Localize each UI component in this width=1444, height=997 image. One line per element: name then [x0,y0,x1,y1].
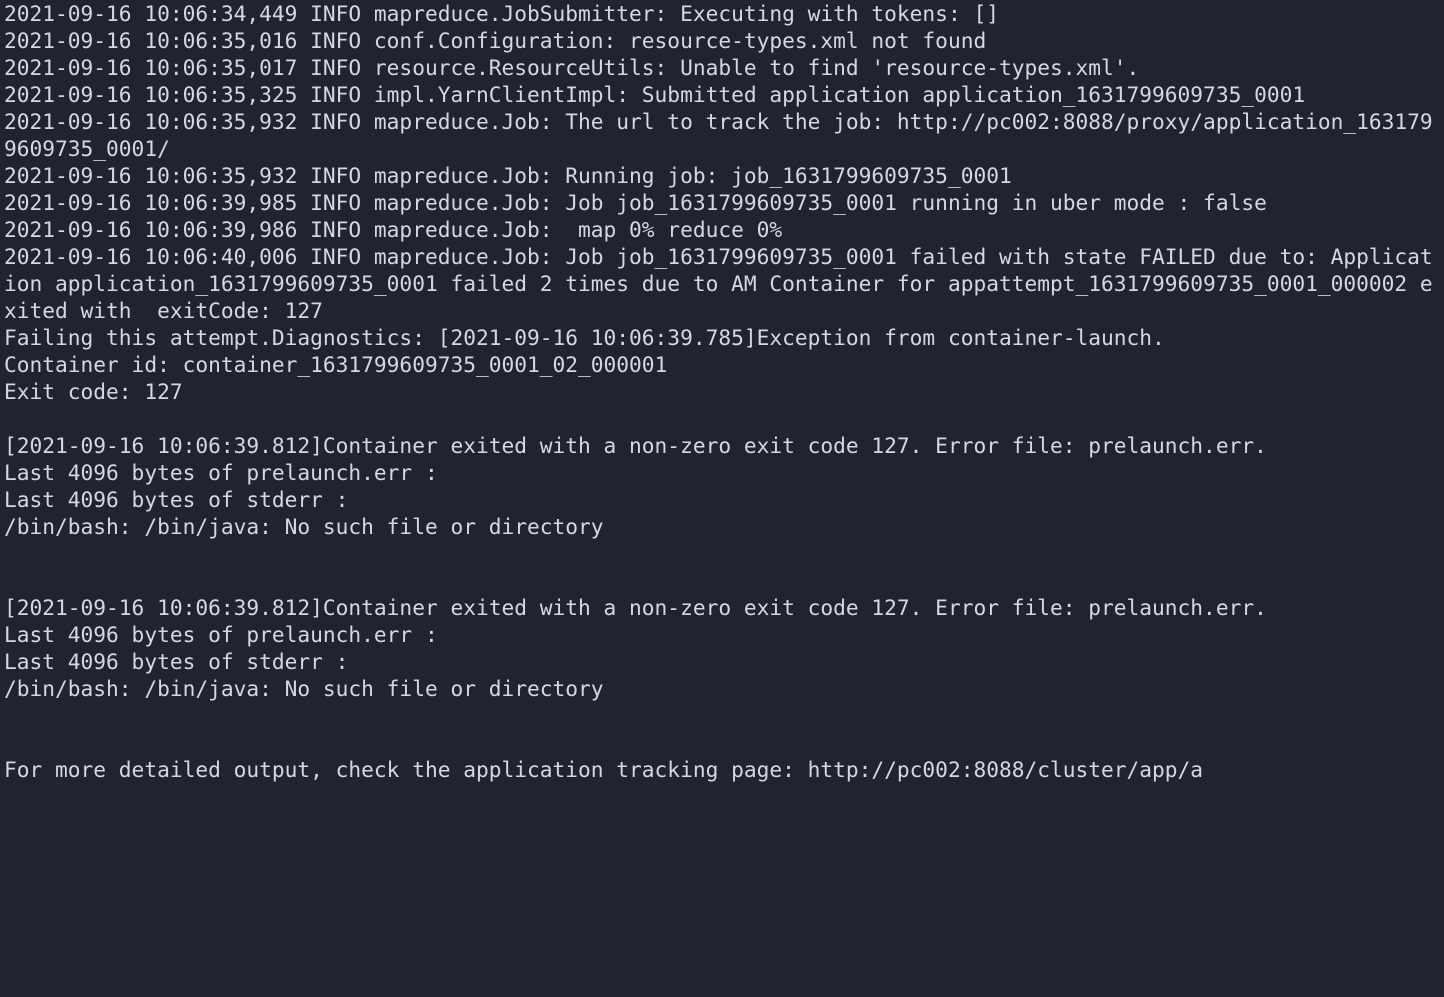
terminal-output[interactable]: 2021-09-16 10:06:34,449 INFO mapreduce.J… [0,0,1444,783]
